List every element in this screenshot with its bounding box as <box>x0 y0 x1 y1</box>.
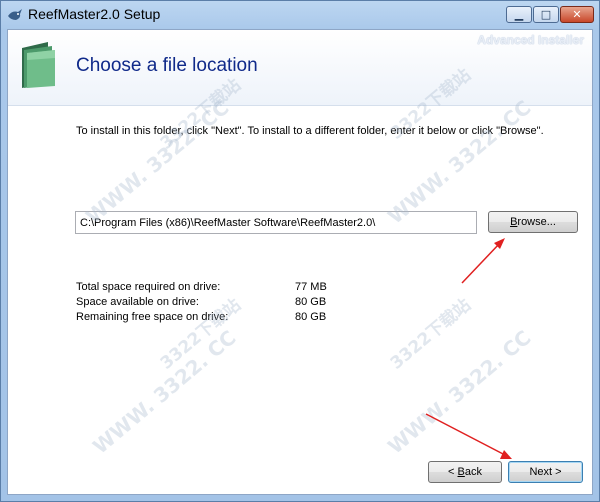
back-accelerator: B <box>457 466 465 478</box>
back-prefix: < <box>448 466 458 478</box>
window-title: ReefMaster2.0 Setup <box>28 6 161 22</box>
space-value: 77 MB <box>295 281 327 293</box>
space-label: Total space required on drive: <box>76 281 221 293</box>
close-button[interactable]: ✕ <box>560 6 594 23</box>
minimize-icon: ▁ <box>514 8 524 21</box>
folder-icon <box>22 42 55 88</box>
page-title: Choose a file location <box>76 55 258 76</box>
disk-space-table: Total space required on drive: 77 MB Spa… <box>76 281 376 326</box>
minimize-button[interactable]: ▁ <box>506 6 532 23</box>
next-label: Next > <box>529 466 562 478</box>
next-button[interactable]: Next > <box>508 461 583 483</box>
space-value: 80 GB <box>295 296 327 308</box>
app-icon <box>8 9 22 20</box>
close-icon: ✕ <box>572 8 582 21</box>
space-label: Space available on drive: <box>76 296 199 308</box>
space-label: Remaining free space on drive: <box>76 311 229 323</box>
back-button[interactable]: < Back <box>428 461 502 483</box>
browse-accelerator: B <box>510 216 518 228</box>
window-frame: ReefMaster2.0 Setup ▁ □ ✕ Advanced Insta… <box>0 0 600 502</box>
instructions-text: To install in this folder, click "Next".… <box>76 125 544 137</box>
browse-button[interactable]: Browse... <box>488 211 578 233</box>
space-value: 80 GB <box>295 311 327 323</box>
installer-dialog: Advanced Installer Choose a file locatio… <box>7 29 593 495</box>
title-bar[interactable]: ReefMaster2.0 Setup ▁ □ ✕ <box>1 1 600 29</box>
space-row: Remaining free space on drive: 80 GB <box>76 311 376 326</box>
back-label: ack <box>464 466 482 478</box>
install-path-input[interactable] <box>75 211 477 234</box>
maximize-icon: □ <box>540 8 552 21</box>
space-row: Total space required on drive: 77 MB <box>76 281 376 296</box>
space-row: Space available on drive: 80 GB <box>76 296 376 311</box>
browse-label: rowse... <box>517 216 556 228</box>
maximize-button[interactable]: □ <box>533 6 559 23</box>
dialog-header: Advanced Installer Choose a file locatio… <box>8 30 592 106</box>
brand-label: Advanced Installer <box>477 33 584 47</box>
